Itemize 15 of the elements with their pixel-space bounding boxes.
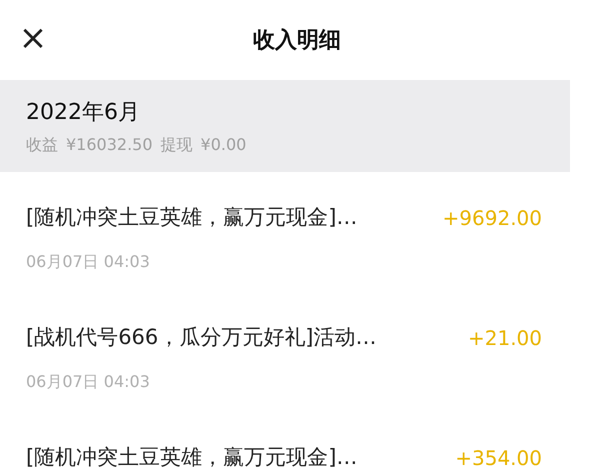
record-time: 06月07日 04:03 <box>26 370 151 392</box>
close-button[interactable]: × <box>16 18 50 58</box>
record-amount: +21.00 <box>468 324 542 352</box>
month-label: 2022年6月 <box>26 99 141 127</box>
record-title: [随机冲突土豆英雄，赢万元现金]… <box>26 444 358 471</box>
income-amount: ¥16032.50 <box>66 134 153 156</box>
record-title: [随机冲突土豆英雄，赢万元现金]… <box>26 204 358 231</box>
record-time: 06月07日 04:03 <box>26 250 151 272</box>
record-title: [战机代号666，瓜分万元好礼]活动… <box>26 324 376 351</box>
page-title: 收入明细 <box>253 26 341 54</box>
withdraw-label: 提现 <box>160 134 193 156</box>
income-label: 收益 <box>26 134 58 156</box>
record-amount: +354.00 <box>455 444 542 472</box>
record-amount: +9692.00 <box>442 204 542 232</box>
withdraw-amount: ¥0.00 <box>200 134 246 156</box>
